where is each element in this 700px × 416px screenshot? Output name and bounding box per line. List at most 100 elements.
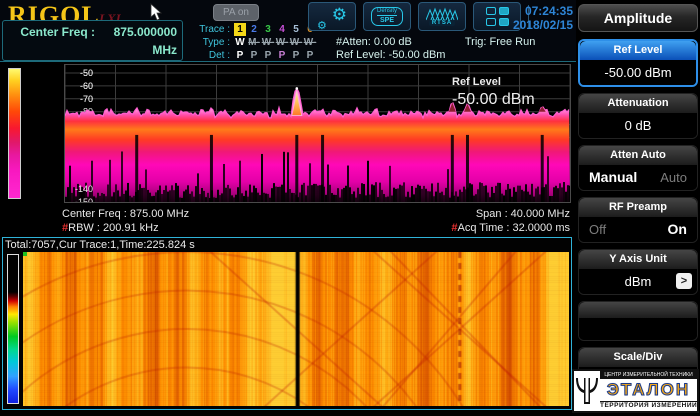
sidebar-item-y-axis-unit[interactable]: Y Axis UnitdBm> [578, 249, 698, 295]
trace-det-3: P [261, 49, 275, 62]
span-footer: Span : 40.000 MHz [476, 207, 570, 221]
center-freq-value[interactable]: 875.000000 MHz [95, 23, 182, 59]
gear-icon: ⚙⚙ [317, 5, 347, 29]
trace-number-2[interactable]: 2 [247, 23, 261, 36]
sidebar-item-ref-level[interactable]: Ref Level-50.00 dBm [578, 39, 698, 87]
rbw-footer: #RBW : 200.91 kHz [62, 221, 159, 235]
density-color-scale [8, 68, 21, 199]
sidebar-item-rf-preamp-label: RF Preamp [579, 198, 697, 217]
sidebar-rf-preamp-option-on[interactable]: On [668, 217, 687, 242]
rtsa-label: RTSA [429, 20, 455, 26]
watermark-bottom-line: ТЕРРИТОРИЯ ИЗМЕРЕНИЙ [600, 401, 697, 410]
center-freq-footer: Center Freq : 875.00 MHz [62, 207, 189, 221]
trace-det-1: P [233, 49, 247, 62]
det-label: Det : [186, 49, 230, 62]
sidebar-item-rf-preamp[interactable]: RF PreampOff On [578, 197, 698, 243]
softkey-sidebar: Amplitude Ref Level-50.00 dBm Attenuation… [576, 0, 700, 416]
etalon-watermark: ЦЕНТР ИЗМЕРИТЕЛЬНОЙ ТЕХНИКИ ЭТАЛОН ТЕРРИ… [572, 369, 699, 413]
watermark-brand: ЭТАЛОН [600, 379, 697, 401]
rtsa-waveform-icon [426, 7, 458, 21]
ref-level-overlay-label: Ref Level [452, 76, 535, 88]
center-freq-label: Center Freq : [3, 23, 95, 59]
toolbar: ⚙⚙ Density SPE RTSA [308, 2, 529, 31]
trace-numbers[interactable]: 123456 [233, 23, 317, 36]
svg-text:-70: -70 [80, 94, 93, 104]
softkey-items: Ref Level-50.00 dBm Attenuation0 dB Atten … [578, 39, 698, 393]
spectrogram-color-scale [7, 254, 19, 404]
det-row: Det : PPPPPP [186, 49, 326, 62]
density-spe-button[interactable]: Density SPE [363, 2, 411, 31]
frequency-panel: Center Freq : 875.000000 MHz Span : 40.0… [2, 20, 183, 61]
sidebar-item-blank-label [579, 302, 697, 318]
info-row-1: Center Freq : 875.00 MHz Span : 40.000 M… [0, 207, 576, 221]
sidebar-atten-auto-option-auto[interactable]: Auto [660, 165, 687, 190]
clock-display: 07:24:35 2018/02/15 [513, 4, 573, 32]
trace-type-6: W- [303, 36, 317, 49]
type-label: Type : [186, 36, 230, 49]
analyzer-screen: RIGOL LXI PA on Center Freq : 875.000000… [0, 0, 700, 416]
trace-det-6: P [303, 49, 317, 62]
trace-det-5: P [289, 49, 303, 62]
trace-type-5: W- [289, 36, 303, 49]
sidebar-item-y-axis-unit-label: Y Axis Unit [579, 250, 697, 269]
date-text: 2018/02/15 [513, 18, 573, 32]
sidebar-item-atten-auto-value: Manual Auto [579, 165, 697, 190]
sidebar-item-atten-auto-label: Atten Auto [579, 146, 697, 165]
info-row-2: #RBW : 200.91 kHz #Acq Time : 32.0000 ms [0, 221, 576, 235]
spectrogram-canvas [23, 252, 569, 406]
trace-panel: Trace : 123456 Type : WM-W-W-W-W- Det : … [186, 23, 326, 62]
sidebar-item-attenuation-value: 0 dB [579, 113, 697, 138]
rtsa-mode-button[interactable]: RTSA [418, 2, 466, 31]
sidebar-item-scale-div-label: Scale/Div [579, 348, 697, 367]
sidebar-item-attenuation-label: Attenuation [579, 94, 697, 113]
spectrogram-content [3, 252, 571, 408]
current-trace-marker [23, 252, 27, 256]
sidebar-item-ref-level-label: Ref Level [580, 41, 696, 60]
sidebar-atten-auto-option-manual[interactable]: Manual [589, 165, 637, 190]
sidebar-item-attenuation[interactable]: Attenuation0 dB [578, 93, 698, 139]
acq-time-footer: #Acq Time : 32.0000 ms [451, 221, 570, 235]
trace-type-3: W- [261, 36, 275, 49]
trace-type-4: W- [275, 36, 289, 49]
trace-row: Trace : 123456 [186, 23, 326, 36]
spectrogram-status: Total:7057,Cur Trace:1,Time:225.824 s [3, 238, 571, 252]
trace-number-3[interactable]: 3 [261, 23, 275, 36]
sidebar-item-ref-level-value: -50.00 dBm [580, 60, 696, 85]
trace-number-5[interactable]: 5 [289, 23, 303, 36]
trace-number-4[interactable]: 4 [275, 23, 289, 36]
ref-level-readout: Ref Level: -50.00 dBm [336, 49, 574, 62]
etalon-text-block: ЦЕНТР ИЗМЕРИТЕЛЬНОЙ ТЕХНИКИ ЭТАЛОН ТЕРРИ… [600, 371, 697, 411]
svg-text:-140: -140 [75, 184, 93, 194]
center-freq-row: Center Freq : 875.000000 MHz [3, 23, 182, 59]
svg-text:-60: -60 [80, 81, 93, 91]
trace-label: Trace : [186, 23, 230, 36]
spectrum-section: -50-60-70-80-90-100-110-120-130-140-150-… [0, 62, 576, 205]
menu-title-amplitude: Amplitude [578, 4, 698, 32]
measurement-info: Center Freq : 875.00 MHz Span : 40.000 M… [0, 205, 576, 237]
trace-type-1: W [233, 36, 247, 49]
trace-type-2: M- [247, 36, 261, 49]
trace-det-2: P [247, 49, 261, 62]
sidebar-item-blank[interactable] [578, 301, 698, 341]
density-spe-icon: Density SPE [371, 7, 403, 26]
trace-det-4: P [275, 49, 289, 62]
grid-squares-icon [486, 7, 509, 26]
pa-on-button[interactable]: PA on [213, 4, 259, 21]
trace-number-1[interactable]: 1 [234, 23, 246, 36]
ref-level-overlay-value: -50.00 dBm [452, 91, 535, 109]
trig-readout: Trig: Free Run [465, 36, 536, 48]
sidebar-item-atten-auto[interactable]: Atten AutoManual Auto [578, 145, 698, 191]
watermark-top-line: ЦЕНТР ИЗМЕРИТЕЛЬНОЙ ТЕХНИКИ [600, 371, 697, 379]
settings-readout: #Atten: 0.00 dB Trig: Free Run Ref Level… [336, 36, 574, 62]
atten-readout: #Atten: 0.00 dB [336, 36, 462, 49]
sidebar-item-y-axis-unit-value: dBm> [579, 269, 697, 294]
sidebar-rf-preamp-option-off[interactable]: Off [589, 217, 606, 242]
spectrogram-panel: Total:7057,Cur Trace:1,Time:225.824 s [2, 237, 572, 410]
header-bar: RIGOL LXI PA on Center Freq : 875.000000… [0, 0, 576, 62]
chevron-right-icon[interactable]: > [676, 273, 692, 289]
sidebar-item-rf-preamp-value: Off On [579, 217, 697, 242]
etalon-trident-icon [574, 371, 600, 411]
main-column: RIGOL LXI PA on Center Freq : 875.000000… [0, 0, 576, 416]
settings-gear-button[interactable]: ⚙⚙ [308, 2, 356, 31]
type-values: WM-W-W-W-W- [233, 36, 317, 49]
